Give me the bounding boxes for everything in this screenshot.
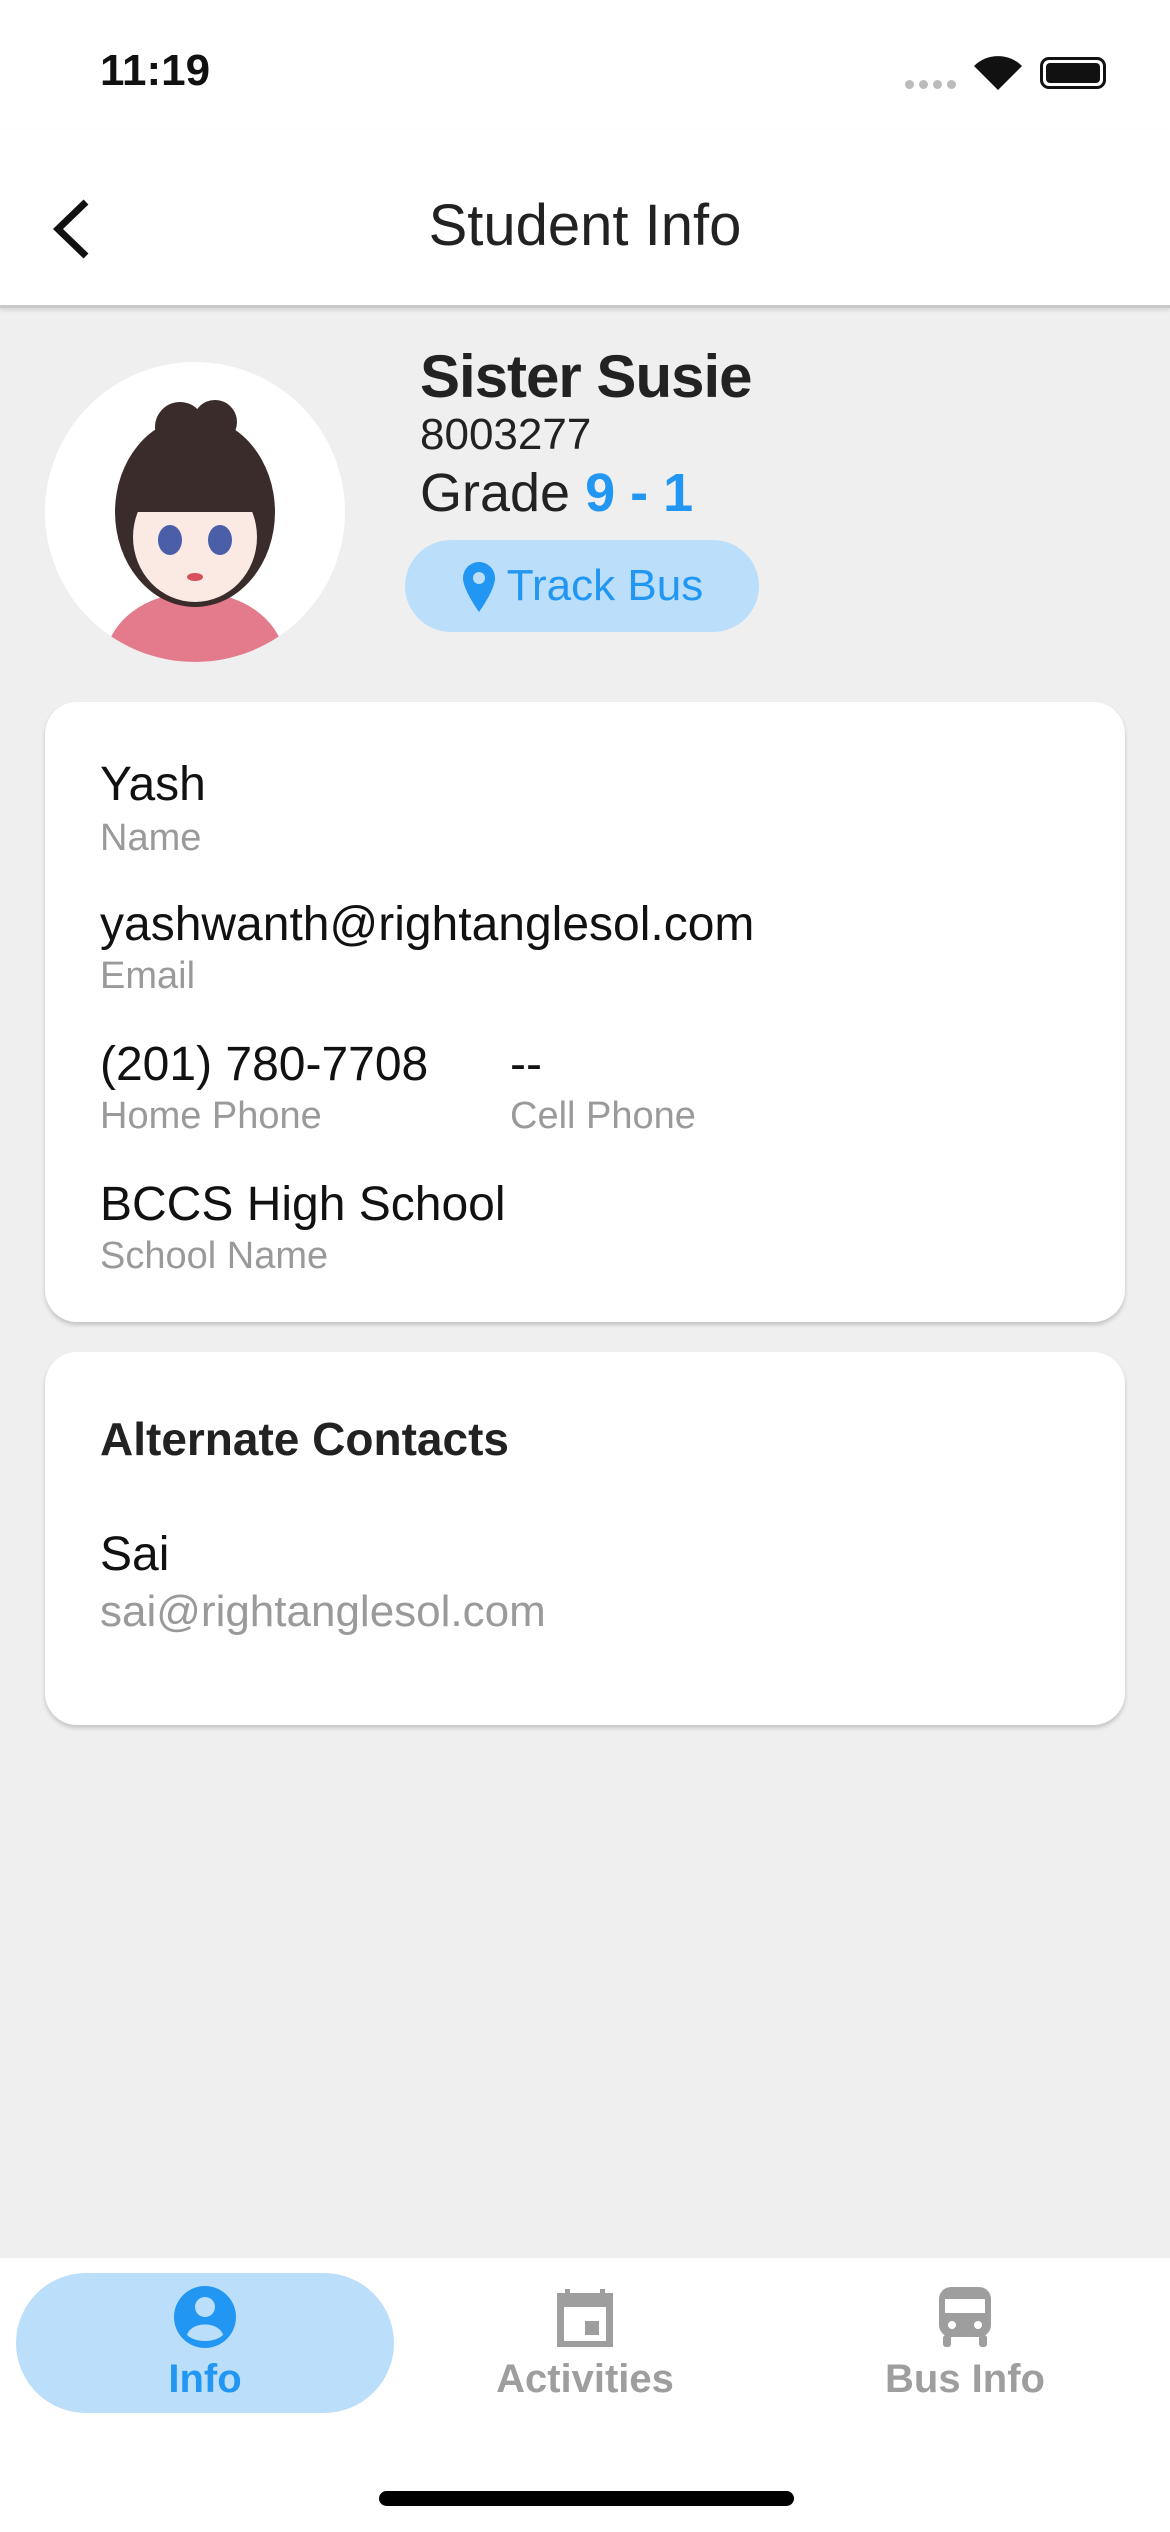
status-time: 11:19	[100, 46, 211, 95]
alternate-contacts-card: Alternate Contacts Sai sai@rightanglesol…	[45, 1352, 1125, 1725]
page-title: Student Info	[428, 193, 742, 258]
email-value: yashwanth@rightanglesol.com	[100, 898, 755, 951]
tab-info-label: Info	[168, 2356, 242, 2401]
signal-icon	[905, 80, 956, 89]
alternate-contacts-title: Alternate Contacts	[100, 1413, 509, 1465]
bus-icon	[939, 2286, 991, 2347]
school-label: School Name	[100, 1235, 329, 1277]
tab-activities[interactable]: Activities	[396, 2273, 774, 2413]
location-pin-icon	[462, 562, 495, 612]
grade-value: 9 - 1	[585, 463, 694, 523]
student-grade: Grade 9 - 1	[420, 462, 693, 524]
student-info-card: Yash Name yashwanth@rightanglesol.com Em…	[45, 702, 1125, 1322]
home-phone-label: Home Phone	[100, 1095, 322, 1137]
contact-name-label: Name	[100, 817, 202, 859]
tab-bus-info-label: Bus Info	[885, 2356, 1045, 2401]
home-phone-value: (201) 780-7708	[100, 1038, 429, 1091]
status-bar: 11:19	[0, 0, 1170, 130]
student-name: Sister Susie	[420, 343, 753, 410]
alternate-contact-name: Sai	[100, 1528, 170, 1581]
email-label: Email	[100, 955, 196, 997]
cell-phone-label: Cell Phone	[510, 1095, 696, 1137]
tab-activities-label: Activities	[496, 2356, 674, 2401]
calendar-icon	[557, 2288, 613, 2347]
track-bus-label: Track Bus	[506, 561, 704, 610]
home-indicator	[379, 2491, 794, 2506]
tab-bus-info[interactable]: Bus Info	[776, 2273, 1154, 2413]
student-avatar	[45, 362, 345, 662]
contact-name-value: Yash	[100, 758, 206, 811]
school-value: BCCS High School	[100, 1178, 506, 1231]
account-circle-icon	[174, 2285, 236, 2348]
wifi-icon	[974, 56, 1022, 90]
battery-icon	[1040, 57, 1106, 89]
student-id: 8003277	[420, 410, 592, 459]
cell-phone-value: --	[510, 1038, 542, 1091]
grade-label: Grade	[420, 463, 571, 523]
alternate-contact-email: sai@rightanglesol.com	[100, 1587, 546, 1636]
app-header: Student Info	[0, 130, 1170, 308]
tab-info[interactable]: Info	[16, 2273, 394, 2413]
track-bus-button[interactable]: Track Bus	[405, 540, 759, 632]
